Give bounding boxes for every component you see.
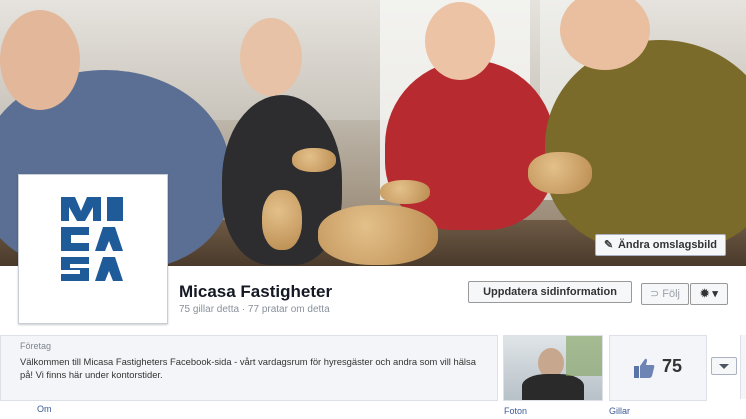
- photos-label[interactable]: Foton: [504, 406, 527, 416]
- gear-icon: ✹: [700, 288, 710, 300]
- person-red-head: [425, 2, 495, 80]
- next-tile-edge: [740, 335, 746, 399]
- change-cover-label: Ändra omslagsbild: [617, 239, 717, 251]
- bread-pile: [318, 205, 438, 265]
- person-left-head: [0, 10, 80, 110]
- settings-dropdown[interactable]: ✹ ▾: [690, 283, 728, 305]
- about-link[interactable]: Om: [37, 404, 52, 414]
- sandwich: [292, 148, 336, 172]
- sandwich: [528, 152, 592, 194]
- chevron-down-icon: ▾: [712, 288, 718, 300]
- follow-label: Följ: [662, 288, 680, 300]
- micasa-logo: [61, 197, 123, 281]
- likes-tile[interactable]: 75: [609, 335, 707, 401]
- update-info-button[interactable]: Uppdatera sidinformation: [468, 281, 632, 303]
- pencil-icon: ✎: [603, 239, 614, 251]
- thumbs-up-icon: [634, 358, 655, 378]
- photos-thumbnail[interactable]: [503, 335, 603, 401]
- photo-person-body: [522, 374, 584, 400]
- person-center-head: [240, 18, 302, 96]
- page-description: Välkommen till Micasa Fastigheters Faceb…: [20, 356, 476, 380]
- page-title[interactable]: Micasa Fastigheter: [179, 282, 332, 302]
- page-stats: 75 gillar detta · 77 pratar om detta: [179, 304, 330, 315]
- chevron-down-icon: [719, 364, 729, 369]
- sandwich: [380, 180, 430, 204]
- sandwich: [262, 190, 302, 250]
- profile-picture[interactable]: [18, 174, 168, 324]
- likes-label[interactable]: Gillar: [609, 406, 630, 416]
- person-red: [385, 60, 555, 230]
- photo-plant: [566, 336, 602, 376]
- rss-icon: ⊃: [649, 288, 660, 300]
- follow-button[interactable]: ⊃ Följ: [641, 283, 689, 305]
- likes-count: 75: [662, 356, 683, 376]
- change-cover-button[interactable]: ✎ Ändra omslagsbild: [594, 234, 726, 256]
- more-tiles-button[interactable]: [711, 357, 737, 375]
- page-category: Företag: [20, 341, 52, 351]
